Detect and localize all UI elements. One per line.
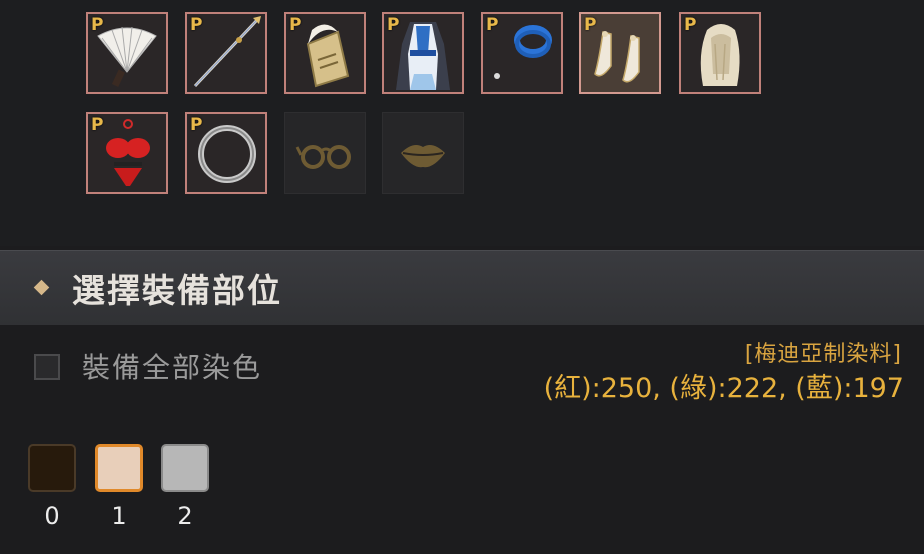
color-swatch-1[interactable] (95, 444, 143, 492)
equipment-slot-ring[interactable]: P (185, 112, 267, 194)
dye-rgb-values: (紅):250, (綠):222, (藍):197 (543, 373, 904, 404)
premium-badge: P (486, 15, 499, 35)
equipment-panel: P P P P P P P P P (0, 0, 924, 246)
premium-badge: P (584, 15, 597, 35)
equipment-slot-hair[interactable]: P (679, 12, 761, 94)
premium-badge: P (684, 15, 697, 35)
premium-badge: P (91, 15, 104, 35)
equipment-slot-spear[interactable]: P (185, 12, 267, 94)
premium-badge: P (190, 15, 203, 35)
dye-all-label[interactable]: 裝備全部染色 (82, 346, 262, 386)
color-swatch-0[interactable] (28, 444, 76, 492)
equipment-slot-glasses[interactable] (284, 112, 366, 194)
premium-badge: P (190, 115, 203, 135)
dye-name: [梅迪亞制染料] (744, 342, 902, 367)
equipment-slot-fan[interactable]: P (86, 12, 168, 94)
equipment-slot-underwear[interactable]: P (86, 112, 168, 194)
section-title: 選擇裝備部位 (72, 271, 282, 310)
glasses-icon (295, 145, 351, 169)
equipment-slot-scroll[interactable]: P (284, 12, 366, 94)
premium-badge: P (387, 15, 400, 35)
swatch-label-1: 1 (111, 502, 127, 530)
equipment-slot-shoes[interactable]: P (579, 12, 661, 94)
color-swatch-2[interactable] (161, 444, 209, 492)
premium-badge: P (91, 115, 104, 135)
dye-all-checkbox[interactable] (34, 354, 60, 380)
equipment-slot-lips[interactable] (382, 112, 464, 194)
swatch-label-2: 2 (177, 502, 193, 530)
swatch-label-0: 0 (44, 502, 60, 530)
premium-badge: P (289, 15, 302, 35)
equipment-slot-robe[interactable]: P (382, 12, 464, 94)
equipment-slot-bracelet[interactable]: P (481, 12, 563, 94)
lips-icon (401, 145, 445, 168)
